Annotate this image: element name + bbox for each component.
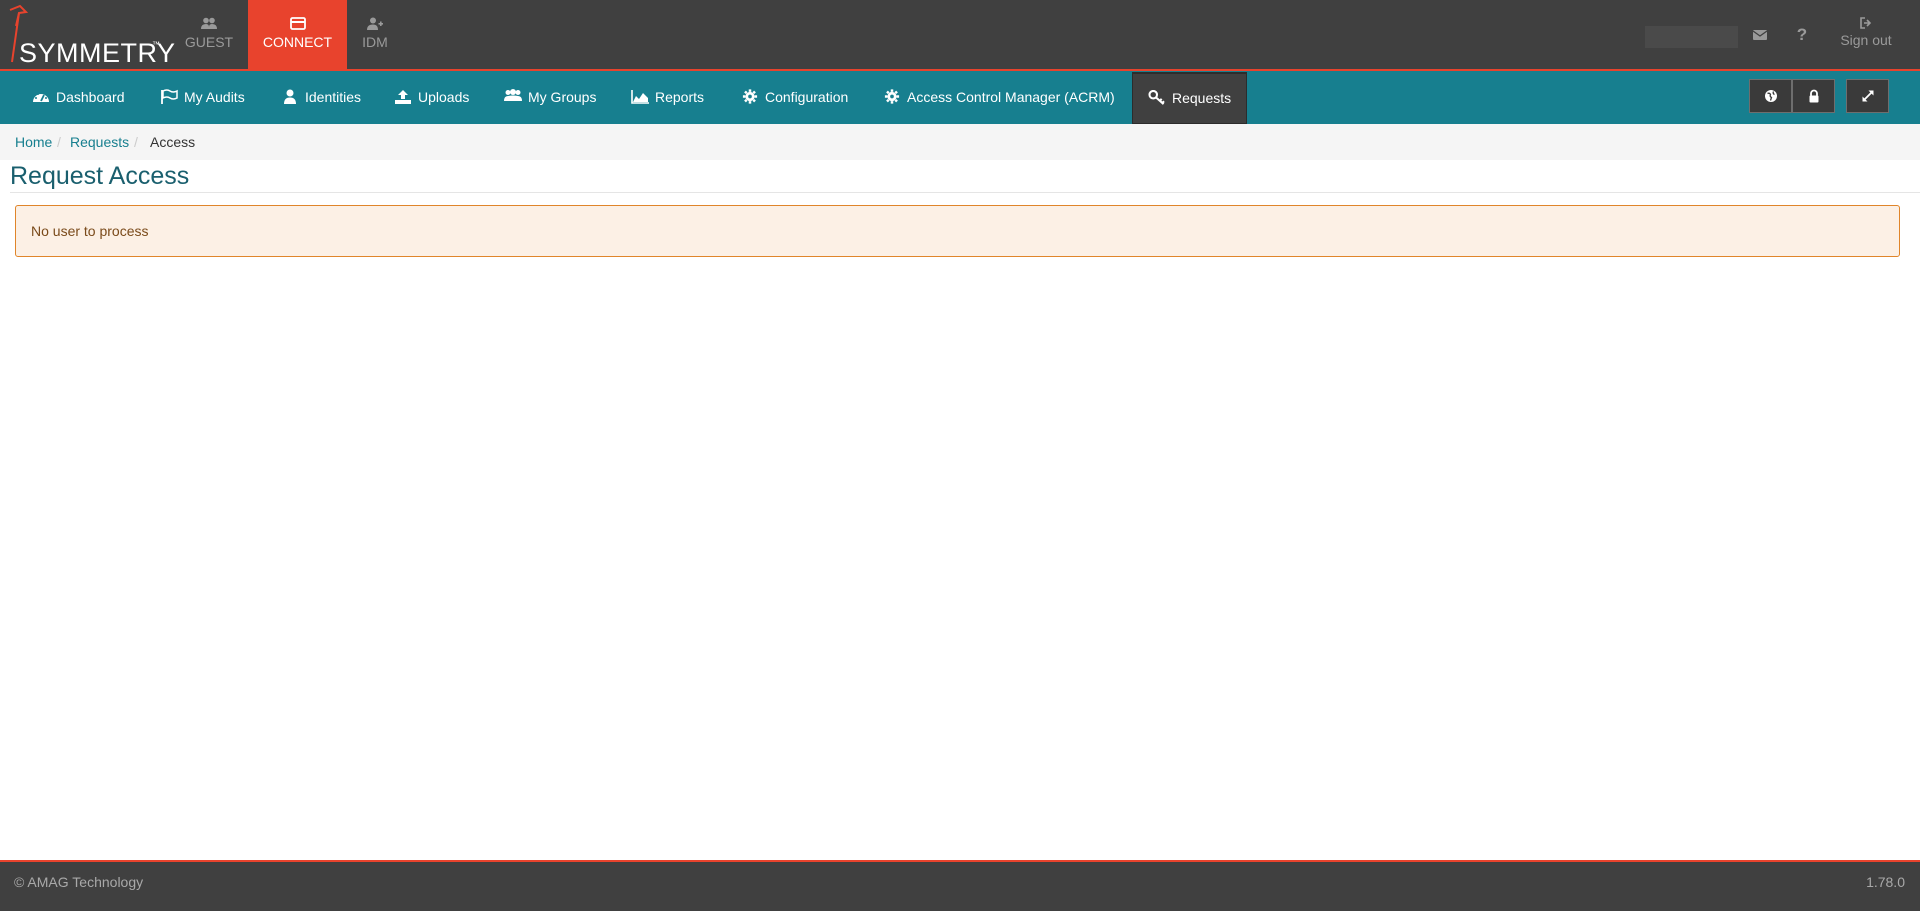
alert-message: No user to process <box>31 223 149 239</box>
nav-item-label: Identities <box>305 89 362 105</box>
messages-button[interactable] <box>1752 27 1768 43</box>
breadcrumb-access: Access <box>150 134 196 150</box>
area-chart-icon <box>631 90 649 104</box>
upload-icon <box>395 90 411 104</box>
language-button[interactable] <box>1749 79 1792 113</box>
envelope-icon <box>1752 30 1768 40</box>
globe-icon <box>1764 90 1777 102</box>
sign-out-button[interactable]: Sign out <box>1832 17 1900 57</box>
warning-alert: No user to process <box>15 205 1900 257</box>
breadcrumb-separator: / <box>134 134 138 150</box>
breadcrumb-separator: / <box>57 134 61 150</box>
nav-item-uploads[interactable]: Uploads <box>394 71 469 124</box>
user-name-box[interactable] <box>1645 26 1738 48</box>
group-icon <box>504 89 522 101</box>
breadcrumb-home[interactable]: Home <box>15 134 52 150</box>
nav-item-reports[interactable]: Reports <box>631 71 704 124</box>
help-button[interactable]: ? <box>1794 25 1810 45</box>
app-tab-label: GUEST <box>184 34 234 50</box>
key-icon <box>1148 90 1165 105</box>
sign-out-label: Sign out <box>1840 32 1892 48</box>
nav-item-label: Configuration <box>765 89 849 105</box>
app-tab-guest[interactable]: GUEST <box>178 0 240 70</box>
app-tab-label: IDM <box>362 34 388 50</box>
nav-item-configuration[interactable]: Configuration <box>741 71 848 124</box>
card-icon <box>289 17 306 30</box>
nav-item-my-audits[interactable]: My Audits <box>160 71 245 124</box>
nav-item-my-groups[interactable]: My Groups <box>504 71 596 124</box>
symmetry-logo[interactable]: SYMMETRY ™ <box>0 0 175 70</box>
breadcrumb: Home / Requests / Access <box>0 124 1920 160</box>
user-icon <box>284 89 296 104</box>
gear-icon <box>742 89 758 104</box>
nav-item-label: Dashboard <box>56 89 125 105</box>
page-title: Request Access <box>10 162 190 190</box>
nav-item-requests[interactable]: Requests <box>1132 72 1248 124</box>
nav-item-label: Reports <box>655 89 705 105</box>
expand-icon <box>1862 90 1873 102</box>
nav-item-label: Access Control Manager (ACRM) <box>907 89 1115 105</box>
nav-item-label: My Groups <box>528 89 597 105</box>
nav-item-dashboard[interactable]: Dashboard <box>32 71 125 124</box>
user-plus-icon <box>367 17 383 30</box>
footer: © AMAG Technology 1.78.0 <box>0 860 1920 911</box>
nav-item-label: Uploads <box>418 89 470 105</box>
breadcrumb-requests[interactable]: Requests <box>70 134 129 150</box>
trademark: ™ <box>152 40 160 49</box>
app-tab-connect[interactable]: CONNECT <box>248 0 347 70</box>
title-divider <box>10 192 1920 193</box>
flag-icon <box>161 89 178 104</box>
lock-button[interactable] <box>1792 79 1835 113</box>
top-bar: SYMMETRY ™ GUEST CONNECT IDM ? Sign out <box>0 0 1920 71</box>
nav-item-label: My Audits <box>184 89 245 105</box>
copyright: © AMAG Technology <box>14 874 144 890</box>
nav-item-label: Requests <box>1172 90 1232 106</box>
version: 1.78.0 <box>1866 874 1905 890</box>
question-icon: ? <box>1796 25 1808 44</box>
fullscreen-button[interactable] <box>1846 79 1889 113</box>
users-icon <box>201 17 217 29</box>
sign-out-icon <box>1860 17 1872 29</box>
nav-item-acrm[interactable]: Access Control Manager (ACRM) <box>883 71 1115 124</box>
dashboard-icon <box>33 93 49 102</box>
nav-item-identities[interactable]: Identities <box>281 71 361 124</box>
app-tab-label: CONNECT <box>262 34 333 50</box>
main-nav: Dashboard My Audits Identities Uploads M… <box>0 71 1920 124</box>
gear-icon <box>884 89 900 104</box>
lock-icon <box>1809 89 1818 103</box>
app-tab-idm[interactable]: IDM <box>351 0 399 70</box>
